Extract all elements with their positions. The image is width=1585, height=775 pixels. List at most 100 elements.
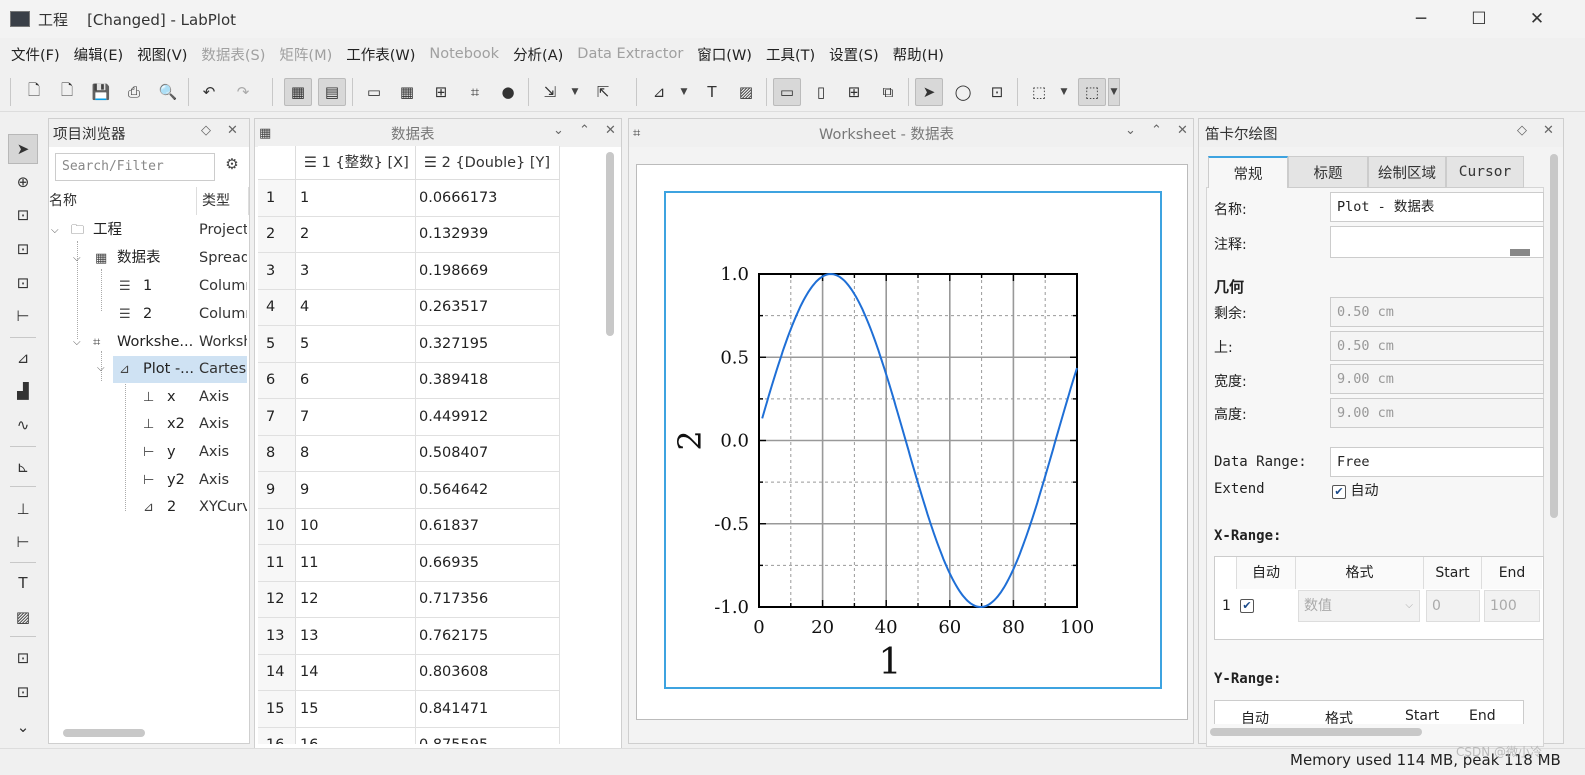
height-input[interactable]: 9.00 cm — [1330, 398, 1544, 428]
add-curve-icon[interactable]: ⊿ — [8, 343, 38, 373]
horizontal-scrollbar[interactable] — [63, 729, 145, 737]
data-range-select[interactable]: Free — [1330, 447, 1544, 477]
x-range-header-end[interactable]: End — [1482, 557, 1542, 589]
add-image-icon[interactable]: ▨ — [8, 602, 38, 632]
layout-break-icon[interactable]: ⧉ — [874, 78, 902, 106]
x-range-auto-checkbox[interactable]: ✔ — [1240, 599, 1254, 613]
chevron-down-icon[interactable]: ⌄ — [553, 123, 564, 138]
add-text-icon[interactable]: T — [698, 78, 726, 106]
tree-item-axis-y[interactable]: ⊢ y Axis — [49, 439, 247, 466]
equation-curve-icon[interactable]: ∿ — [8, 410, 38, 440]
properties-horizontal-scrollbar[interactable] — [1210, 728, 1422, 736]
float-dock-icon[interactable]: ◇ — [201, 123, 211, 138]
close-dock-icon[interactable]: ✕ — [1543, 123, 1554, 138]
close-dock-icon[interactable]: ✕ — [227, 123, 238, 138]
new-notebook-icon[interactable]: ● — [494, 78, 522, 106]
menu-window[interactable]: 窗口(W) — [690, 44, 759, 65]
menu-notebook[interactable]: Notebook — [422, 46, 506, 62]
search-input[interactable]: Search/Filter — [55, 153, 215, 181]
properties-view-icon[interactable]: ▤ — [318, 78, 346, 106]
close-icon[interactable]: ✕ — [1177, 123, 1188, 138]
x-range-header-format[interactable]: 格式 — [1296, 557, 1424, 589]
new-file-icon[interactable]: 🗋 — [20, 78, 48, 106]
y-range-header-format[interactable]: 格式 — [1325, 708, 1353, 724]
left-input[interactable]: 0.50 cm — [1330, 297, 1544, 327]
tree-item-xycurve[interactable]: ⊿ 2 XYCurve — [49, 494, 247, 521]
select-mode-icon[interactable]: ➤ — [915, 78, 943, 106]
redo-icon[interactable]: ↷ — [229, 78, 257, 106]
menu-file[interactable]: 文件(F) — [4, 44, 67, 65]
tree-header-name[interactable]: 名称 — [49, 187, 197, 215]
new-worksheet-icon[interactable]: ⌗ — [461, 78, 489, 106]
close-button[interactable]: ✕ — [1514, 6, 1560, 32]
navigation-mode-icon[interactable]: ◯ — [949, 78, 977, 106]
chevron-down-icon[interactable]: ▼ — [1108, 78, 1120, 106]
chevron-down-icon[interactable]: ▼ — [569, 78, 581, 106]
x-range-start-input[interactable]: 0 — [1426, 590, 1480, 622]
new-folder-icon[interactable]: ▭ — [360, 78, 388, 106]
x-range-header-start[interactable]: Start — [1424, 557, 1482, 589]
tree-header-type[interactable]: 类型 — [197, 187, 249, 215]
chevron-down-icon[interactable]: ⌄ — [1125, 123, 1136, 138]
cartesian-mouse-mode-icon[interactable]: ⬚ — [1078, 78, 1106, 106]
vertical-scrollbar[interactable] — [606, 152, 614, 336]
layout-free-icon[interactable]: ▭ — [773, 78, 801, 106]
zoom-in-icon[interactable]: ⊡ — [8, 643, 38, 673]
top-input[interactable]: 0.50 cm — [1330, 331, 1544, 361]
chevron-down-icon[interactable]: ▼ — [1058, 78, 1070, 106]
cartesian-plot[interactable]: 0 20 40 60 80 100 1.0 0.5 0.0 -0.5 -1.0 1 2 — [664, 191, 1162, 689]
maximize-button[interactable]: ☐ — [1456, 6, 1502, 32]
menu-spreadsheet[interactable]: 数据表(S) — [194, 44, 272, 65]
tree-item-axis-y2[interactable]: ⊢ y2 Axis — [49, 467, 247, 494]
y-range-header-auto[interactable]: 自动 — [1241, 708, 1269, 724]
tree-item-plot[interactable]: ⊿ Plot -... CartesianPlot — [113, 356, 247, 383]
name-input[interactable]: Plot - 数据表 — [1330, 192, 1544, 222]
import-icon[interactable]: ⇲ — [536, 78, 564, 106]
tree-item-worksheet[interactable]: ⌵⌗ Workshe... Worksheet — [49, 329, 247, 356]
chevron-up-icon[interactable]: ⌃ — [579, 123, 590, 138]
histogram-icon[interactable]: ▟ — [8, 376, 38, 406]
undo-icon[interactable]: ↶ — [195, 78, 223, 106]
chevron-down-icon[interactable]: ⌄ — [8, 712, 38, 742]
crosshair-icon[interactable]: ⊕ — [8, 167, 38, 197]
zoom-selection-icon[interactable]: ⊡ — [8, 200, 38, 230]
zoom-x-icon[interactable]: ⊡ — [8, 234, 38, 264]
layout-vertical-icon[interactable]: ▯ — [807, 78, 835, 106]
menu-settings[interactable]: 设置(S) — [822, 44, 886, 65]
filter-settings-icon[interactable]: ⚙ — [221, 155, 243, 179]
menu-analysis[interactable]: 分析(A) — [506, 44, 570, 65]
menu-view[interactable]: 视图(V) — [130, 44, 194, 65]
x-range-end-input[interactable]: 100 — [1484, 590, 1540, 622]
zoom-fit-icon[interactable]: ⬚ — [1025, 78, 1053, 106]
width-input[interactable]: 9.00 cm — [1330, 364, 1544, 394]
y-range-header-end[interactable]: End — [1469, 708, 1496, 724]
menu-tools[interactable]: 工具(T) — [759, 44, 822, 65]
menu-data-extractor[interactable]: Data Extractor — [570, 46, 690, 62]
tree-item-axis-x2[interactable]: ⊥ x2 Axis — [49, 411, 247, 438]
x-range-format-select[interactable]: 数值 ⌵ — [1298, 590, 1420, 622]
menu-worksheet[interactable]: 工作表(W) — [339, 44, 422, 65]
add-text-label-icon[interactable]: T — [8, 568, 38, 598]
float-dock-icon[interactable]: ◇ — [1517, 123, 1527, 138]
menu-help[interactable]: 帮助(H) — [886, 44, 951, 65]
add-image-icon[interactable]: ▨ — [732, 78, 760, 106]
corner-header[interactable] — [258, 146, 296, 180]
chevron-down-icon[interactable]: ▼ — [678, 78, 690, 106]
new-project-icon[interactable]: 🗋 — [53, 78, 81, 106]
menu-edit[interactable]: 编辑(E) — [67, 44, 130, 65]
select-arrow-icon[interactable]: ➤ — [8, 134, 38, 164]
save-icon[interactable]: 💾 — [87, 78, 115, 106]
add-plot-icon[interactable]: ⊿ — [645, 78, 673, 106]
tab-cursor[interactable]: Cursor — [1446, 156, 1524, 188]
tree-item-column-1[interactable]: ☰ 1 Column — [49, 273, 247, 300]
tab-general[interactable]: 常规 — [1208, 156, 1288, 188]
tree-item-spreadsheet[interactable]: ⌵▦ 数据表 Spreadsheet — [49, 245, 247, 272]
extend-auto-checkbox[interactable]: ✔ 自动 — [1332, 480, 1378, 500]
tree-item-axis-x[interactable]: ⊥ x Axis — [49, 384, 247, 411]
print-preview-icon[interactable]: 🔍 — [154, 78, 182, 106]
tree-view-icon[interactable]: ▦ — [284, 78, 312, 106]
tab-plot-area[interactable]: 绘制区域 — [1368, 156, 1446, 188]
zoom-out-icon[interactable]: ⊡ — [8, 677, 38, 707]
add-axis-icon[interactable]: ⊾ — [8, 452, 38, 482]
chevron-up-icon[interactable]: ⌃ — [1151, 123, 1162, 138]
